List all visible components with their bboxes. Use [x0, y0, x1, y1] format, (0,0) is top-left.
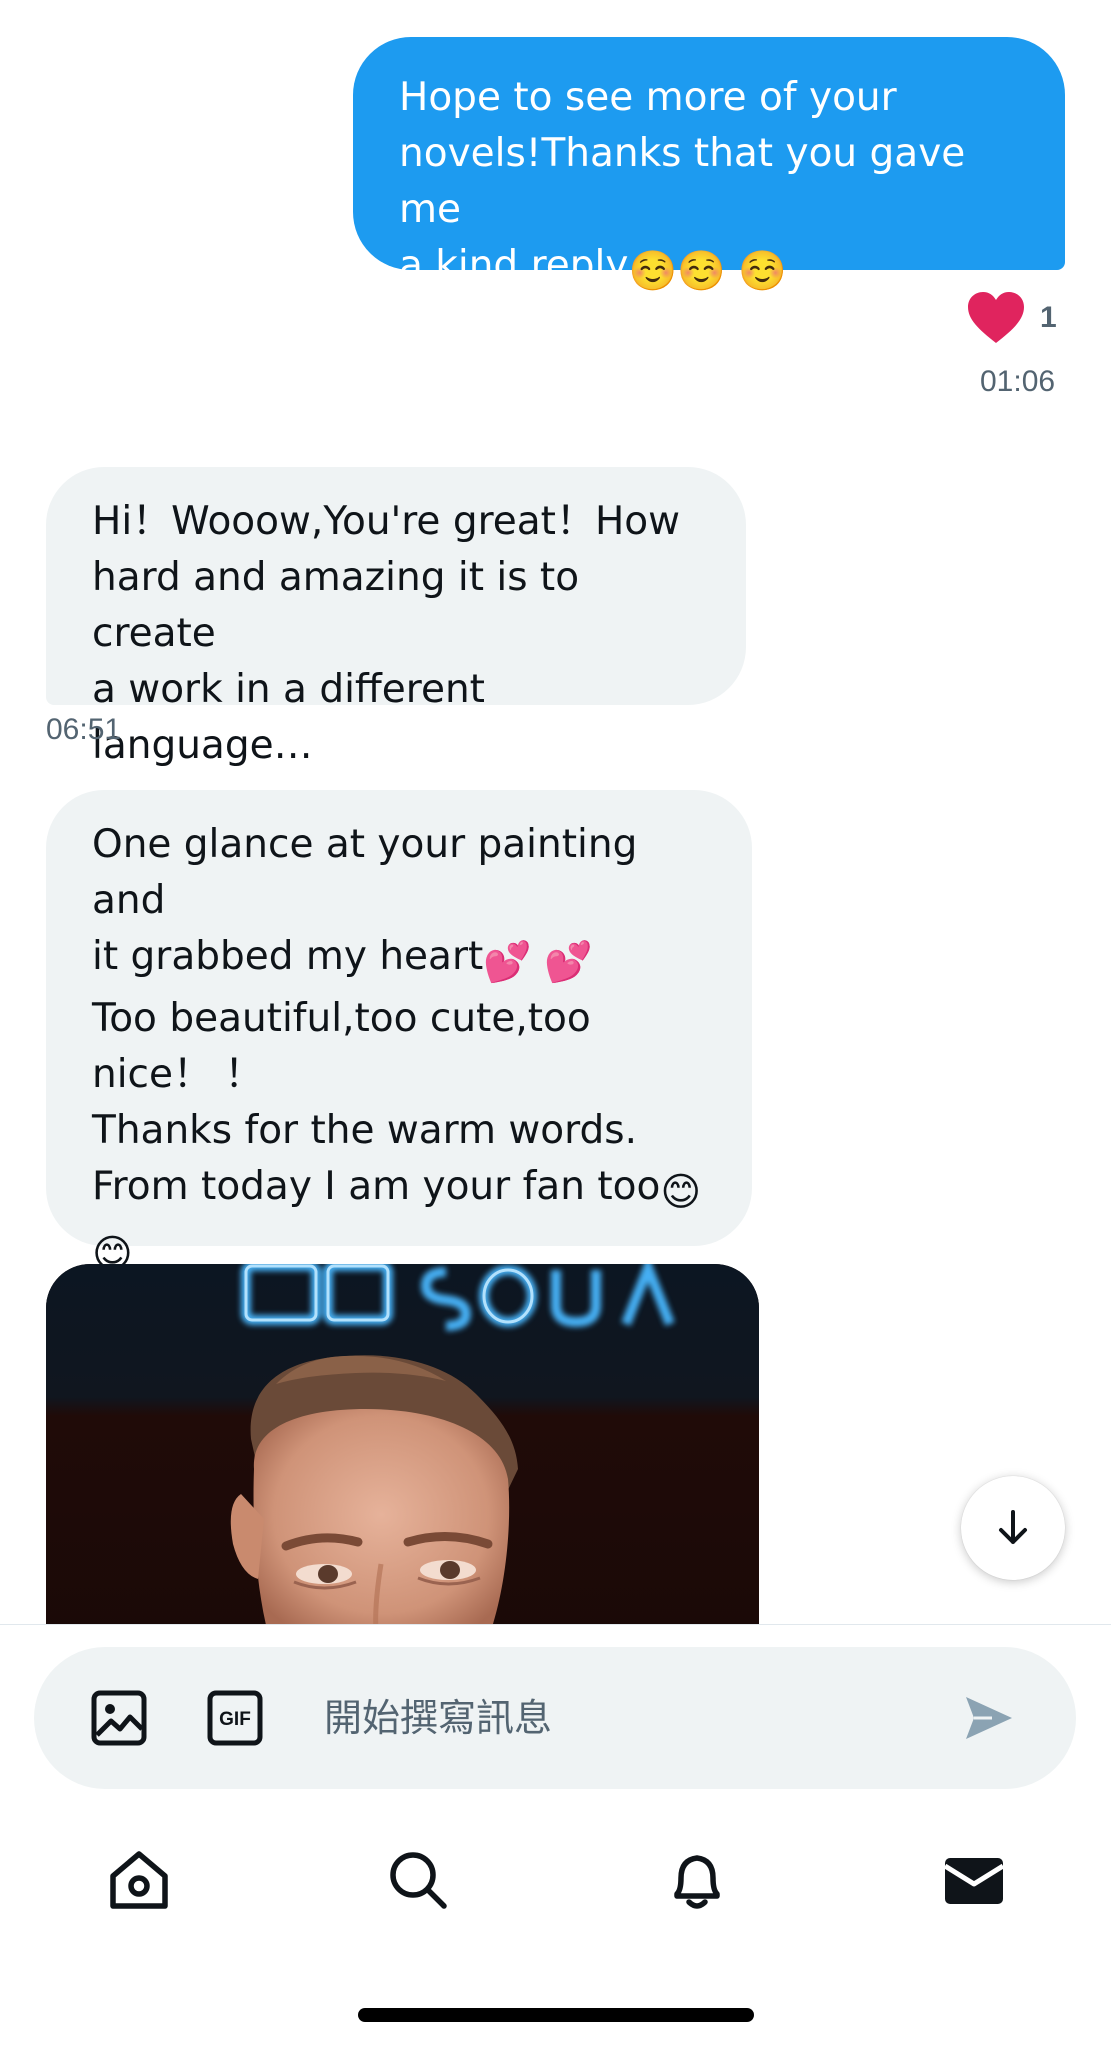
message-text-line: it grabbed my heart: [92, 934, 484, 979]
arrow-down-icon: [999, 1510, 1027, 1544]
incoming-message-bubble[interactable]: Hi！Wooow,You're great！How hard and amazi…: [46, 467, 746, 768]
bottom-navigation: [0, 1820, 1111, 1940]
message-timestamp: 01:06: [980, 365, 1056, 398]
image-icon: [91, 1690, 147, 1746]
home-indicator: [358, 2008, 754, 2022]
gif-label: GIF: [219, 1709, 251, 1730]
send-button[interactable]: [954, 1683, 1024, 1753]
search-icon: [390, 1852, 447, 1909]
nav-search[interactable]: [378, 1840, 458, 1920]
smiling-face-emoji: 😊: [660, 1170, 702, 1215]
message-composer: GIF: [34, 1647, 1076, 1789]
nav-notifications[interactable]: [657, 1840, 737, 1920]
nav-messages[interactable]: [934, 1840, 1014, 1920]
heart-icon: [968, 292, 1024, 343]
reaction-count: 1: [1040, 301, 1057, 334]
message-list[interactable]: Hope to see more of your novels!Thanks t…: [0, 0, 1111, 1624]
gif-icon: GIF: [207, 1690, 263, 1746]
photo-image: [46, 1264, 759, 1624]
home-icon: [110, 1851, 168, 1909]
bell-icon: [674, 1855, 720, 1909]
add-media-button[interactable]: [84, 1683, 154, 1753]
message-text-line: Too beautiful,too cute,too nice！ ！ Thank…: [92, 996, 661, 1209]
add-gif-button[interactable]: GIF: [200, 1683, 270, 1753]
message-timestamp: 06:51: [46, 713, 122, 746]
scroll-to-bottom-button[interactable]: [961, 1476, 1065, 1580]
mail-icon: [943, 1858, 1005, 1904]
smiling-face-emoji: ☺️☺️ ☺️: [628, 249, 787, 294]
message-text-line: One glance at your painting and: [92, 822, 650, 923]
photo-attachment[interactable]: [46, 1264, 759, 1624]
composer-divider: [0, 1624, 1111, 1625]
message-reaction[interactable]: 1: [966, 288, 1057, 348]
message-text: Hi！Wooow,You're great！How hard and amazi…: [92, 499, 681, 768]
outgoing-message-bubble[interactable]: Hope to see more of your novels!Thanks t…: [353, 37, 1065, 294]
send-icon: [966, 1697, 1012, 1739]
message-input[interactable]: [324, 1683, 964, 1753]
nav-home[interactable]: [99, 1840, 179, 1920]
incoming-message-bubble[interactable]: One glance at your painting and it grabb…: [46, 790, 752, 1277]
two-hearts-emoji: 💕 💕: [483, 940, 593, 985]
